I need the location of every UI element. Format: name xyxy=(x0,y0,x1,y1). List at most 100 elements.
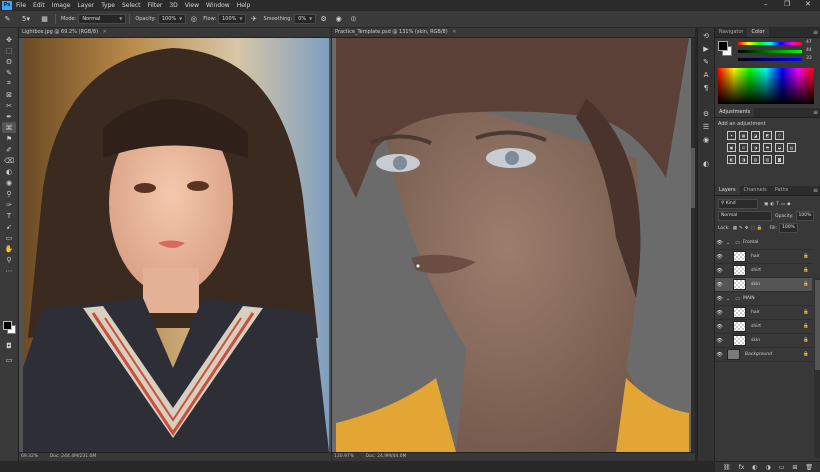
properties-icon[interactable]: ⚙ xyxy=(700,109,712,119)
minimize-button[interactable]: – xyxy=(764,0,768,8)
document-tab-painting[interactable]: Practice_Template.psd @ 131% (skin, RGB/… xyxy=(332,28,695,38)
play-actions-icon[interactable]: ▶ xyxy=(700,44,712,54)
layer-row-selected[interactable]: 👁 skin 🔒 xyxy=(715,278,812,292)
mode-select[interactable]: Normal ▼ xyxy=(78,14,127,24)
blur-tool-icon[interactable]: ◉ xyxy=(2,177,16,188)
foreground-color-swatch[interactable] xyxy=(3,321,12,330)
layer-row[interactable]: 👁 shirt 🔒 xyxy=(715,264,812,278)
eye-icon[interactable]: 👁 xyxy=(715,324,724,330)
close-window-button[interactable]: ✕ xyxy=(805,0,811,8)
hand-tool-icon[interactable]: ✋ xyxy=(2,243,16,254)
scrollbar-thumb[interactable] xyxy=(815,280,820,370)
layer-opacity-field[interactable]: 100% xyxy=(795,211,815,221)
chevron-down-icon[interactable]: ⌄ xyxy=(726,296,730,302)
painting-canvas[interactable] xyxy=(336,38,689,452)
foreground-color-swatch[interactable] xyxy=(718,41,728,51)
brush-settings-icon[interactable]: ✎ xyxy=(700,57,712,67)
trash-icon[interactable]: 🗑 xyxy=(805,464,813,471)
menu-edit[interactable]: Edit xyxy=(33,2,45,9)
blue-slider[interactable] xyxy=(738,58,802,61)
eye-icon[interactable]: 👁 xyxy=(715,296,724,302)
color-balance-icon[interactable]: ⚖ xyxy=(739,143,748,152)
selective-color-icon[interactable]: ◙ xyxy=(775,155,784,164)
eye-icon[interactable]: 👁 xyxy=(715,282,724,288)
layer-row[interactable]: 👁 hair 🔒 xyxy=(715,250,812,264)
quick-mask-icon[interactable]: ◘ xyxy=(2,340,16,351)
glyphs-icon[interactable]: ¶ xyxy=(700,83,712,93)
menu-layer[interactable]: Layer xyxy=(77,2,94,9)
flow-field[interactable]: 100% ▼ xyxy=(218,14,247,24)
chevron-down-icon[interactable]: ⌄ xyxy=(726,240,730,246)
layer-row[interactable]: 👁 skin 🔒 xyxy=(715,334,812,348)
eye-icon[interactable]: 👁 xyxy=(715,254,724,260)
tab-color[interactable]: Color xyxy=(747,28,769,37)
threshold-icon[interactable]: ▧ xyxy=(751,155,760,164)
frame-tool-icon[interactable]: ⊠ xyxy=(2,89,16,100)
marquee-tool-icon[interactable]: ⬚ xyxy=(2,45,16,56)
vertical-scrollbar[interactable] xyxy=(691,38,695,453)
symmetry-icon[interactable]: ⦶ xyxy=(349,15,358,24)
airbrush-icon[interactable]: ✈ xyxy=(249,15,258,24)
kind-filter-select[interactable]: ⚲ Kind xyxy=(718,199,758,209)
new-adjustment-icon[interactable]: ◑ xyxy=(765,464,770,471)
layer-row-background[interactable]: 👁 Background 🔒 xyxy=(715,348,812,362)
more-tools-icon[interactable]: ⋯ xyxy=(2,265,16,276)
green-value[interactable]: 44 xyxy=(806,48,812,53)
hue-saturation-icon[interactable]: ▣ xyxy=(727,143,736,152)
tab-adjustments[interactable]: Adjustments xyxy=(715,108,755,117)
scrollbar-thumb[interactable] xyxy=(691,148,695,208)
path-select-tool-icon[interactable]: ➹ xyxy=(2,221,16,232)
new-layer-icon[interactable]: ⊞ xyxy=(792,464,797,471)
menu-window[interactable]: Window xyxy=(206,2,230,9)
zoom-level[interactable]: 69.32% xyxy=(21,454,38,459)
quick-select-tool-icon[interactable]: ✎ xyxy=(2,67,16,78)
posterize-icon[interactable]: ◨ xyxy=(739,155,748,164)
menu-image[interactable]: Image xyxy=(52,2,71,9)
blend-mode-select[interactable]: Normal xyxy=(718,211,772,221)
red-value[interactable]: 47 xyxy=(806,40,812,45)
levels-icon[interactable]: ▦ xyxy=(739,131,748,140)
move-tool-icon[interactable]: ✥ xyxy=(2,34,16,45)
close-icon[interactable]: ✕ xyxy=(103,29,107,35)
pressure-opacity-icon[interactable]: ◎ xyxy=(189,15,198,24)
link-layers-icon[interactable]: ⛓ xyxy=(723,464,731,471)
menu-3d[interactable]: 3D xyxy=(169,2,177,9)
menu-type[interactable]: Type xyxy=(101,2,115,9)
invert-icon[interactable]: ◧ xyxy=(727,155,736,164)
layer-fill-field[interactable]: 100% xyxy=(778,223,798,233)
eye-icon[interactable]: 👁 xyxy=(715,352,724,358)
panel-menu-icon[interactable]: ≡ xyxy=(813,29,818,36)
tab-channels[interactable]: Channels xyxy=(740,186,771,195)
tab-paths[interactable]: Paths xyxy=(771,186,793,195)
restore-button[interactable]: ❐ xyxy=(784,0,790,8)
eyedropper-tool-icon[interactable]: ✂ xyxy=(2,100,16,111)
type-tool-icon[interactable]: T xyxy=(2,210,16,221)
curves-icon[interactable]: ◪ xyxy=(751,131,760,140)
clone-stamp-tool-icon[interactable]: ⚑ xyxy=(2,133,16,144)
screen-mode-icon[interactable]: ▭ xyxy=(2,354,16,365)
panel-menu-icon[interactable]: ≡ xyxy=(813,109,818,116)
smoothing-field[interactable]: 0% ▼ xyxy=(294,14,317,24)
layer-row[interactable]: 👁 hair 🔒 xyxy=(715,306,812,320)
swatches-icon[interactable]: ◉ xyxy=(700,135,712,145)
brush-tool-icon[interactable]: ✎ xyxy=(3,15,12,24)
gradient-map-icon[interactable]: ▨ xyxy=(763,155,772,164)
healing-tool-icon[interactable]: ✒ xyxy=(2,111,16,122)
close-icon[interactable]: ✕ xyxy=(452,29,456,35)
blue-value[interactable]: 33 xyxy=(806,56,812,61)
new-group-icon[interactable]: ▭ xyxy=(779,464,785,471)
zoom-level[interactable]: 130.97% xyxy=(334,454,354,459)
lasso-tool-icon[interactable]: ʘ xyxy=(2,56,16,67)
color-lookup-icon[interactable]: ▤ xyxy=(787,143,796,152)
styles-icon[interactable]: ◐ xyxy=(700,159,712,169)
panel-menu-icon[interactable]: ≡ xyxy=(813,187,818,194)
gradient-tool-icon[interactable]: ◐ xyxy=(2,166,16,177)
eye-icon[interactable]: 👁 xyxy=(715,338,724,344)
red-slider[interactable] xyxy=(738,42,802,45)
color-spectrum[interactable] xyxy=(718,68,814,104)
zoom-tool-icon[interactable]: ⚲ xyxy=(2,254,16,265)
filter-icons[interactable]: ▣◐T▭◆ xyxy=(764,202,793,207)
crop-tool-icon[interactable]: ⌗ xyxy=(2,78,16,89)
pressure-size-icon[interactable]: ◉ xyxy=(334,15,343,24)
black-white-icon[interactable]: ◑ xyxy=(751,143,760,152)
